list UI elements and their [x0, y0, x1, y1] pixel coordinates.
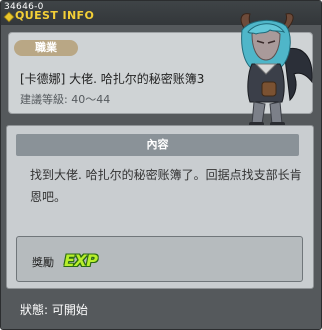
quest-name: [卡德娜] 大佬. 哈扎尔的秘密账簿3 — [20, 72, 205, 86]
exp-icon[interactable]: EXP — [64, 251, 98, 270]
content-line: 恩吧。 — [30, 190, 67, 204]
reward-box — [16, 236, 303, 282]
diamond-icon — [3, 11, 15, 23]
window-title: QUEST INFO — [15, 9, 95, 22]
quest-status: 狀態: 可開始 — [20, 303, 88, 317]
npc-portrait — [240, 13, 313, 130]
content-header: 內容 — [16, 134, 299, 156]
job-badge: 職業 — [14, 40, 78, 56]
content-line: 找到大佬. 哈扎尔的秘密账簿了。回据点找支部长肯 — [30, 168, 302, 182]
recommended-level: 建議等級: 40～44 — [20, 93, 111, 106]
content-text: 找到大佬. 哈扎尔的秘密账簿了。回据点找支部长肯 恩吧。 — [30, 164, 302, 208]
reward-label: 獎勵 — [32, 256, 54, 269]
